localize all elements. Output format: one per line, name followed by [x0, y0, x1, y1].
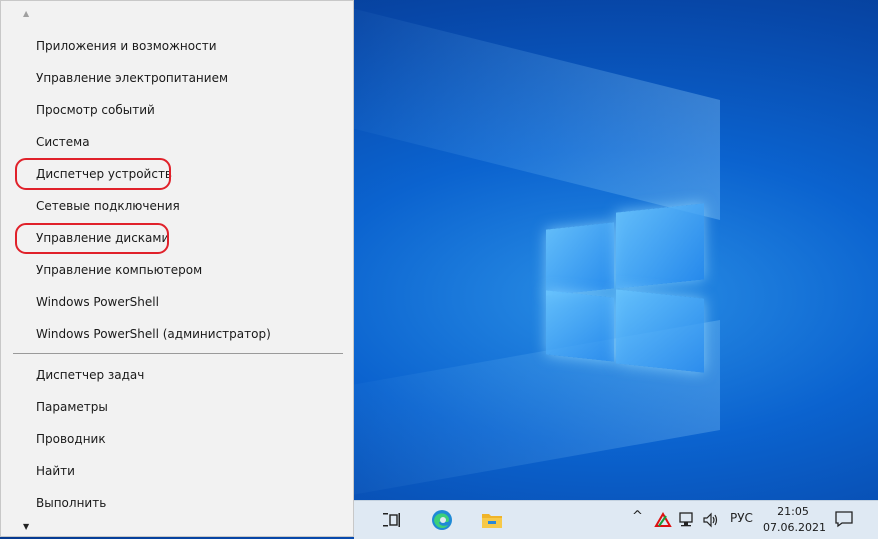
- system-clock[interactable]: 21:05 07.06.2021: [763, 504, 826, 536]
- menu-item-search[interactable]: Найти: [36, 460, 75, 482]
- edge-icon[interactable]: [430, 509, 454, 531]
- network-icon[interactable]: [678, 511, 696, 529]
- highlight-device-manager: [15, 158, 171, 190]
- menu-item-settings[interactable]: Параметры: [36, 396, 108, 418]
- scroll-up-icon[interactable]: ▲: [23, 9, 29, 18]
- menu-item-computer-management[interactable]: Управление компьютером: [36, 259, 202, 281]
- menu-separator: [13, 353, 343, 354]
- taskbar: ^ РУС 21:05 07.06.2021: [354, 500, 878, 539]
- menu-item-network-connections[interactable]: Сетевые подключения: [36, 195, 180, 217]
- menu-item-event-viewer[interactable]: Просмотр событий: [36, 99, 155, 121]
- menu-item-file-explorer[interactable]: Проводник: [36, 428, 106, 450]
- scroll-down-icon[interactable]: ▼: [23, 522, 29, 531]
- menu-item-powershell-admin[interactable]: Windows PowerShell (администратор): [36, 323, 271, 345]
- highlight-disk-management: [15, 223, 169, 254]
- menu-item-powershell[interactable]: Windows PowerShell: [36, 291, 159, 313]
- menu-item-run[interactable]: Выполнить: [36, 492, 106, 514]
- antivirus-icon[interactable]: [654, 511, 672, 529]
- clock-time: 21:05: [777, 505, 809, 518]
- light-beam: [300, 0, 720, 220]
- winx-context-menu: ▲ Приложения и возможности Управление эл…: [0, 0, 354, 537]
- task-view-icon[interactable]: [380, 509, 404, 531]
- menu-item-task-manager[interactable]: Диспетчер задач: [36, 364, 144, 386]
- menu-item-system[interactable]: Система: [36, 131, 90, 153]
- volume-icon[interactable]: [702, 511, 720, 529]
- show-hidden-icons-chevron[interactable]: ^: [632, 509, 643, 524]
- file-explorer-icon[interactable]: [480, 509, 504, 531]
- windows-logo-wallpaper: [546, 203, 706, 374]
- action-center-icon[interactable]: [834, 510, 854, 528]
- menu-item-power-options[interactable]: Управление электропитанием: [36, 67, 228, 89]
- input-language-indicator[interactable]: РУС: [730, 511, 753, 525]
- clock-date: 07.06.2021: [763, 521, 826, 534]
- menu-item-apps-features[interactable]: Приложения и возможности: [36, 35, 217, 57]
